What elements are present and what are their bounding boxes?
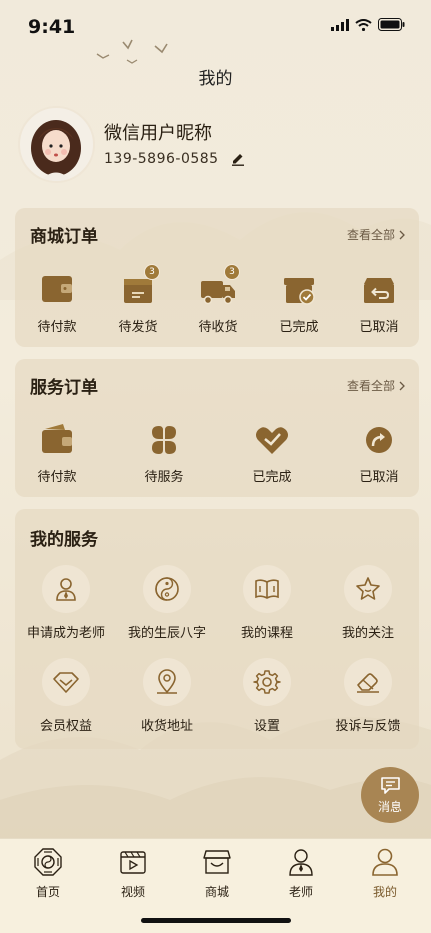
- bagua-icon: [34, 848, 62, 876]
- home-indicator: [141, 918, 291, 923]
- shop-icon: [203, 850, 231, 874]
- location-pin-icon: [157, 669, 177, 694]
- shop-orders-title: 商城订单: [30, 227, 98, 247]
- service-orders-view-all[interactable]: 查看全部: [347, 377, 405, 394]
- service-orders-title: 服务订单: [30, 378, 98, 398]
- box-check-icon: [284, 278, 315, 305]
- book-icon: [255, 579, 279, 599]
- service-settings[interactable]: 设置: [217, 658, 317, 734]
- redo-icon: [366, 427, 392, 453]
- shop-orders-card: 商城订单 查看全部 待付款 3 待发货 3 待收货 已完成 已取消: [15, 208, 419, 347]
- service-shipping-address[interactable]: 收货地址: [117, 658, 217, 734]
- wifi-icon: [355, 18, 372, 31]
- shop-orders-view-all[interactable]: 查看全部: [347, 226, 405, 243]
- person-icon: [372, 848, 398, 876]
- shop-order-completed[interactable]: 已完成: [259, 270, 339, 335]
- shop-order-cancelled[interactable]: 已取消: [339, 270, 419, 335]
- message-button[interactable]: 消息: [361, 767, 419, 823]
- eraser-icon: [357, 673, 379, 693]
- service-order-completed[interactable]: 已完成: [232, 420, 312, 485]
- wallet-icon: [42, 276, 72, 302]
- four-leaf-icon: [152, 426, 176, 454]
- teacher-icon: [289, 849, 313, 876]
- shop-order-pending-payment[interactable]: 待付款: [17, 270, 97, 335]
- wallet-icon: [42, 424, 72, 453]
- service-my-follows[interactable]: 我的关注: [318, 565, 418, 641]
- message-button-label: 消息: [377, 800, 402, 814]
- battery-icon: [378, 18, 405, 31]
- tab-video[interactable]: 视频: [98, 847, 168, 900]
- profile-screen: 9:41 我的 微信用户昵称 139-5896-0585 商城订单 查看全部 待…: [0, 0, 431, 933]
- gear-icon: [253, 670, 281, 694]
- edit-pencil-icon[interactable]: [230, 150, 246, 166]
- chevron-right-icon: [399, 381, 405, 390]
- service-orders-card: 服务订单 查看全部 待付款 待服务 已完成 已取消: [15, 359, 419, 497]
- user-nickname: 微信用户昵称: [104, 123, 212, 144]
- shop-order-pending-receipt[interactable]: 3 待收货: [178, 264, 258, 335]
- tab-shop[interactable]: 商城: [182, 847, 252, 900]
- diamond-icon: [53, 672, 79, 693]
- service-feedback[interactable]: 投诉与反馈: [318, 658, 418, 734]
- avatar-illustration: [31, 120, 81, 181]
- receipt-count-badge: 3: [224, 264, 240, 280]
- box-return-icon: [364, 278, 394, 303]
- service-order-cancelled[interactable]: 已取消: [339, 420, 419, 485]
- video-icon: [120, 851, 146, 874]
- status-time: 9:41: [28, 16, 76, 38]
- service-order-pending-payment[interactable]: 待付款: [17, 420, 97, 485]
- heart-check-icon: [256, 427, 288, 454]
- service-membership[interactable]: 会员权益: [16, 658, 116, 734]
- chevron-right-icon: [399, 230, 405, 239]
- signal-icon: [331, 18, 349, 31]
- service-my-courses[interactable]: 我的课程: [217, 565, 317, 641]
- service-apply-teacher[interactable]: 申请成为老师: [16, 565, 116, 641]
- teacher-icon: [56, 578, 76, 601]
- tab-teacher[interactable]: 老师: [266, 847, 336, 900]
- my-services-title: 我的服务: [30, 530, 98, 550]
- star-icon: [356, 577, 380, 600]
- shipment-count-badge: 3: [144, 264, 160, 280]
- user-phone: 139-5896-0585: [104, 151, 219, 167]
- avatar[interactable]: [18, 106, 95, 183]
- my-services-card: 我的服务 申请成为老师 我的生辰八字 我的课程 我的关注 会员权益 收货地址 设…: [15, 509, 419, 749]
- page-title: 我的: [198, 69, 233, 89]
- shop-order-pending-shipment[interactable]: 3 待发货: [98, 264, 178, 335]
- chat-bubble-icon: [381, 777, 400, 794]
- tab-home[interactable]: 首页: [13, 847, 83, 900]
- yin-yang-icon: [155, 577, 179, 601]
- status-bar: 9:41: [0, 0, 431, 50]
- service-order-pending-service[interactable]: 待服务: [124, 420, 204, 485]
- service-bazi[interactable]: 我的生辰八字: [117, 565, 217, 641]
- tab-mine[interactable]: 我的: [350, 847, 420, 900]
